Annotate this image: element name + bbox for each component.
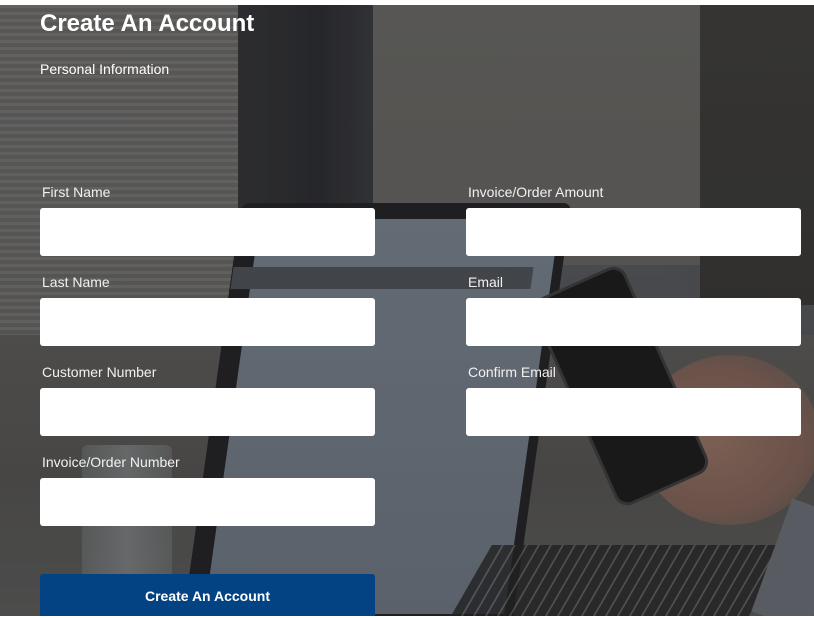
confirm-email-field[interactable]	[466, 388, 801, 436]
page-title: Create An Account	[40, 10, 255, 37]
email-label: Email	[468, 274, 504, 290]
first-name-field[interactable]	[40, 208, 375, 256]
invoice-order-number-field[interactable]	[40, 478, 375, 526]
create-account-button[interactable]: Create An Account	[40, 574, 375, 616]
account-form: Create An Account Personal Information F…	[0, 5, 814, 616]
invoice-order-amount-label: Invoice/Order Amount	[468, 184, 604, 200]
first-name-label: First Name	[42, 184, 111, 200]
email-field[interactable]	[466, 298, 801, 346]
background-photo: Create An Account Personal Information F…	[0, 5, 814, 616]
confirm-email-label: Confirm Email	[468, 364, 556, 380]
invoice-order-amount-field[interactable]	[466, 208, 801, 256]
invoice-order-number-label: Invoice/Order Number	[42, 454, 180, 470]
customer-number-field[interactable]	[40, 388, 375, 436]
last-name-field[interactable]	[40, 298, 375, 346]
section-label: Personal Information	[40, 61, 170, 77]
customer-number-label: Customer Number	[42, 364, 157, 380]
last-name-label: Last Name	[42, 274, 110, 290]
